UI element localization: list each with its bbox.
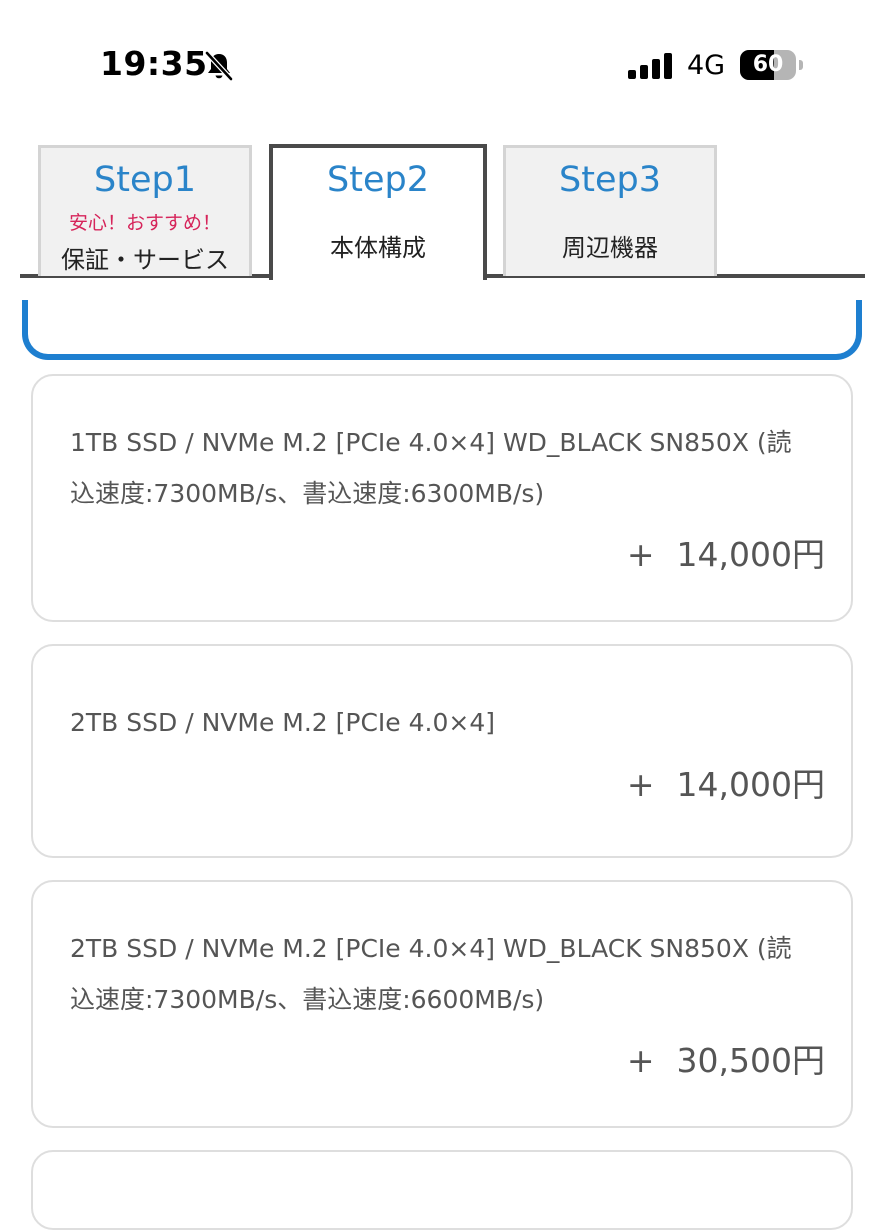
tab-step2-title: Step2 — [327, 160, 429, 200]
option-name-line1: 1TB SSD / NVMe M.2 [PCIe 4.0×4] WD_BLACK… — [70, 428, 792, 457]
option-name-line2: 込速度:7300MB/s、書込速度:6300MB/s) — [70, 479, 545, 508]
option-card-1tb-sn850x[interactable]: 1TB SSD / NVMe M.2 [PCIe 4.0×4] WD_BLACK… — [31, 374, 853, 622]
network-label: 4G — [687, 50, 726, 81]
battery-level: 60 — [752, 52, 784, 77]
price-value: 14,000円 — [676, 535, 825, 574]
option-card-2tb[interactable]: 2TB SSD / NVMe M.2 [PCIe 4.0×4] +14,000円 — [31, 644, 853, 858]
option-price: +14,000円 — [627, 758, 825, 806]
price-plus: + — [626, 1041, 655, 1080]
tab-step3-label: 周辺機器 — [562, 234, 658, 262]
signal-icon — [628, 53, 672, 79]
tab-step1[interactable]: Step1 安心！おすすめ！ 保証・サービス — [38, 145, 252, 276]
option-name-line2: 込速度:7300MB/s、書込速度:6600MB/s) — [70, 985, 545, 1014]
tab-step3[interactable]: Step3 周辺機器 — [503, 145, 717, 276]
battery-icon: 60 — [740, 50, 804, 80]
status-time: 19:35 — [100, 44, 208, 83]
option-price: +14,000円 — [627, 528, 825, 576]
price-value: 14,000円 — [676, 765, 825, 804]
tab-step1-title: Step1 — [94, 160, 196, 200]
battery-tip — [799, 60, 803, 70]
battery-body: 60 — [740, 50, 796, 80]
status-bar: 19:35 4G 60 — [0, 0, 884, 120]
option-price: +30,500円 — [627, 1034, 825, 1082]
tab-step1-badge: 安心！おすすめ！ — [68, 212, 221, 234]
option-name-line1: 2TB SSD / NVMe M.2 [PCIe 4.0×4] WD_BLACK… — [70, 934, 792, 963]
tab-step2-label: 本体構成 — [330, 234, 426, 262]
option-name-line1: 2TB SSD / NVMe M.2 [PCIe 4.0×4] — [70, 708, 495, 737]
bell-off-icon — [204, 50, 234, 82]
section-bracket — [22, 300, 862, 360]
tab-step1-label: 保証・サービス — [61, 246, 229, 274]
option-card-2tb-sn850x[interactable]: 2TB SSD / NVMe M.2 [PCIe 4.0×4] WD_BLACK… — [31, 880, 853, 1128]
tab-step2[interactable]: Step2 本体構成 — [269, 144, 487, 280]
price-value: 30,500円 — [676, 1041, 825, 1080]
tab-step3-title: Step3 — [559, 160, 661, 200]
price-plus: + — [626, 765, 655, 804]
price-plus: + — [626, 535, 655, 574]
option-card-next[interactable] — [31, 1150, 853, 1230]
